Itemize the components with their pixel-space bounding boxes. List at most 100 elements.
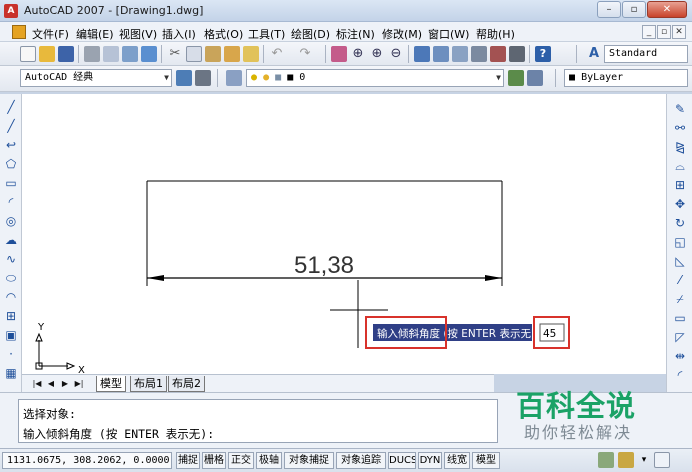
doc-close-button[interactable]: ✕ xyxy=(672,25,686,39)
polyline-icon[interactable]: ↩ xyxy=(4,138,18,152)
workspace-settings-icon[interactable] xyxy=(176,70,192,86)
array-icon[interactable]: ⊞ xyxy=(672,178,688,192)
spline-icon[interactable]: ∿ xyxy=(4,252,18,266)
zoom-previous-icon[interactable]: ⊖ xyxy=(388,46,404,62)
last-tab-icon[interactable]: ▶| xyxy=(74,378,84,390)
line-icon[interactable]: ╱ xyxy=(4,100,18,114)
menu-modify[interactable]: 修改(M) xyxy=(382,26,422,42)
undo-icon[interactable]: ↶ xyxy=(269,46,285,62)
prev-tab-icon[interactable]: ◀ xyxy=(46,378,56,390)
break-icon[interactable]: ▭ xyxy=(672,311,688,325)
command-history[interactable]: 选择对象: 输入倾斜角度 (按 ENTER 表示无): xyxy=(18,399,498,443)
workspace-select[interactable]: AutoCAD 经典 ▼ xyxy=(20,69,172,87)
copy-object-icon[interactable]: ⚯ xyxy=(672,121,688,135)
polygon-icon[interactable]: ⬠ xyxy=(4,157,18,171)
3d-dwf-icon[interactable] xyxy=(141,46,157,62)
arc-icon[interactable]: ◜ xyxy=(4,195,18,209)
layer-previous-icon[interactable] xyxy=(527,70,543,86)
menu-dimension[interactable]: 标注(N) xyxy=(336,26,375,42)
revision-cloud-icon[interactable]: ☁ xyxy=(4,233,18,247)
lock-icon[interactable] xyxy=(618,452,634,468)
save-workspace-icon[interactable] xyxy=(195,70,211,86)
polar-toggle[interactable]: 极轴 xyxy=(256,452,282,469)
ortho-toggle[interactable]: 正交 xyxy=(228,452,254,469)
cut-icon[interactable]: ✂ xyxy=(167,46,183,62)
menu-insert[interactable]: 插入(I) xyxy=(162,26,196,42)
properties-icon[interactable] xyxy=(414,46,430,62)
construction-line-icon[interactable]: ╱ xyxy=(4,119,18,133)
pan-icon[interactable] xyxy=(331,46,347,62)
ducs-toggle[interactable]: DUCS xyxy=(388,452,416,469)
model-toggle[interactable]: 模型 xyxy=(472,452,500,469)
menu-draw[interactable]: 绘图(D) xyxy=(291,26,330,42)
menu-file[interactable]: 文件(F) xyxy=(32,26,69,42)
document-icon[interactable] xyxy=(12,25,26,39)
zoom-window-icon[interactable]: ⊕ xyxy=(369,46,385,62)
point-icon[interactable]: · xyxy=(4,347,18,361)
zoom-realtime-icon[interactable]: ⊕ xyxy=(350,46,366,62)
doc-minimize-button[interactable]: _ xyxy=(642,25,656,39)
plot-preview-icon[interactable] xyxy=(103,46,119,62)
publish-icon[interactable] xyxy=(122,46,138,62)
menu-edit[interactable]: 编辑(E) xyxy=(76,26,114,42)
move-icon[interactable]: ✥ xyxy=(672,197,688,211)
clean-screen-icon[interactable] xyxy=(654,452,670,468)
stretch-icon[interactable]: ◺ xyxy=(672,254,688,268)
autocad-logo-icon[interactable]: A xyxy=(4,4,18,18)
ellipse-icon[interactable]: ⬭ xyxy=(4,271,18,285)
paste-icon[interactable] xyxy=(205,46,221,62)
chamfer-icon[interactable]: ◸ xyxy=(672,330,688,344)
design-center-icon[interactable] xyxy=(433,46,449,62)
doc-restore-button[interactable]: ▫ xyxy=(657,25,671,39)
scale-icon[interactable]: ◱ xyxy=(672,235,688,249)
layer-manager-icon[interactable] xyxy=(226,70,242,86)
tab-model[interactable]: 模型 xyxy=(96,376,126,392)
match-properties-icon[interactable] xyxy=(224,46,240,62)
save-icon[interactable] xyxy=(58,46,74,62)
mirror-icon[interactable]: ⧎ xyxy=(672,140,688,154)
layer-select[interactable]: ● ● ■ ■ 0 ▼ xyxy=(246,69,504,87)
sheet-set-icon[interactable] xyxy=(471,46,487,62)
redo-icon[interactable]: ↷ xyxy=(297,46,313,62)
tab-layout2[interactable]: 布局2 xyxy=(168,376,205,392)
otrack-toggle[interactable]: 对象追踪 xyxy=(336,452,386,469)
quickcalc-icon[interactable] xyxy=(509,46,525,62)
block-editor-icon[interactable] xyxy=(243,46,259,62)
insert-block-icon[interactable]: ⊞ xyxy=(4,309,18,323)
coordinate-display[interactable]: 1131.0675, 308.2062, 0.0000 xyxy=(2,452,172,469)
erase-icon[interactable]: ✎ xyxy=(672,102,688,116)
lineweight-toggle[interactable]: 线宽 xyxy=(444,452,470,469)
dyn-toggle[interactable]: DYN xyxy=(418,452,442,469)
maximize-button[interactable]: ▫ xyxy=(622,1,646,18)
print-icon[interactable] xyxy=(84,46,100,62)
next-tab-icon[interactable]: ▶ xyxy=(60,378,70,390)
explode-icon[interactable]: ◜ xyxy=(672,368,688,382)
status-menu-icon[interactable]: ▾ xyxy=(636,452,652,468)
first-tab-icon[interactable]: |◀ xyxy=(32,378,42,390)
open-file-icon[interactable] xyxy=(39,46,55,62)
communication-center-icon[interactable] xyxy=(598,452,614,468)
rotate-icon[interactable]: ↻ xyxy=(672,216,688,230)
ellipse-arc-icon[interactable]: ◠ xyxy=(4,290,18,304)
copy-icon[interactable] xyxy=(186,46,202,62)
help-icon[interactable]: ? xyxy=(535,46,551,62)
rectangle-icon[interactable]: ▭ xyxy=(4,176,18,190)
menu-window[interactable]: 窗口(W) xyxy=(428,26,469,42)
hatch-icon[interactable]: ▦ xyxy=(4,366,18,380)
color-select[interactable]: ■ ByLayer xyxy=(564,69,688,87)
text-style-select[interactable]: Standard xyxy=(604,45,688,63)
make-object-layer-current-icon[interactable] xyxy=(508,70,524,86)
minimize-button[interactable]: – xyxy=(597,1,621,18)
close-button[interactable]: ✕ xyxy=(647,1,687,18)
menu-format[interactable]: 格式(O) xyxy=(204,26,243,42)
tab-layout1[interactable]: 布局1 xyxy=(130,376,167,392)
menu-help[interactable]: 帮助(H) xyxy=(476,26,515,42)
trim-icon[interactable]: ⁄ xyxy=(672,273,688,287)
osnap-toggle[interactable]: 对象捕捉 xyxy=(284,452,334,469)
extend-icon[interactable]: ⌿ xyxy=(672,292,688,306)
tool-palettes-icon[interactable] xyxy=(452,46,468,62)
offset-icon[interactable]: ⌓ xyxy=(672,159,688,173)
fillet-icon[interactable]: ⇹ xyxy=(672,349,688,363)
snap-toggle[interactable]: 捕捉 xyxy=(176,452,200,469)
drawing-canvas[interactable]: 51,38 Y X 输入倾斜角度 (按 ENTER 表示无): 45 xyxy=(22,94,666,374)
